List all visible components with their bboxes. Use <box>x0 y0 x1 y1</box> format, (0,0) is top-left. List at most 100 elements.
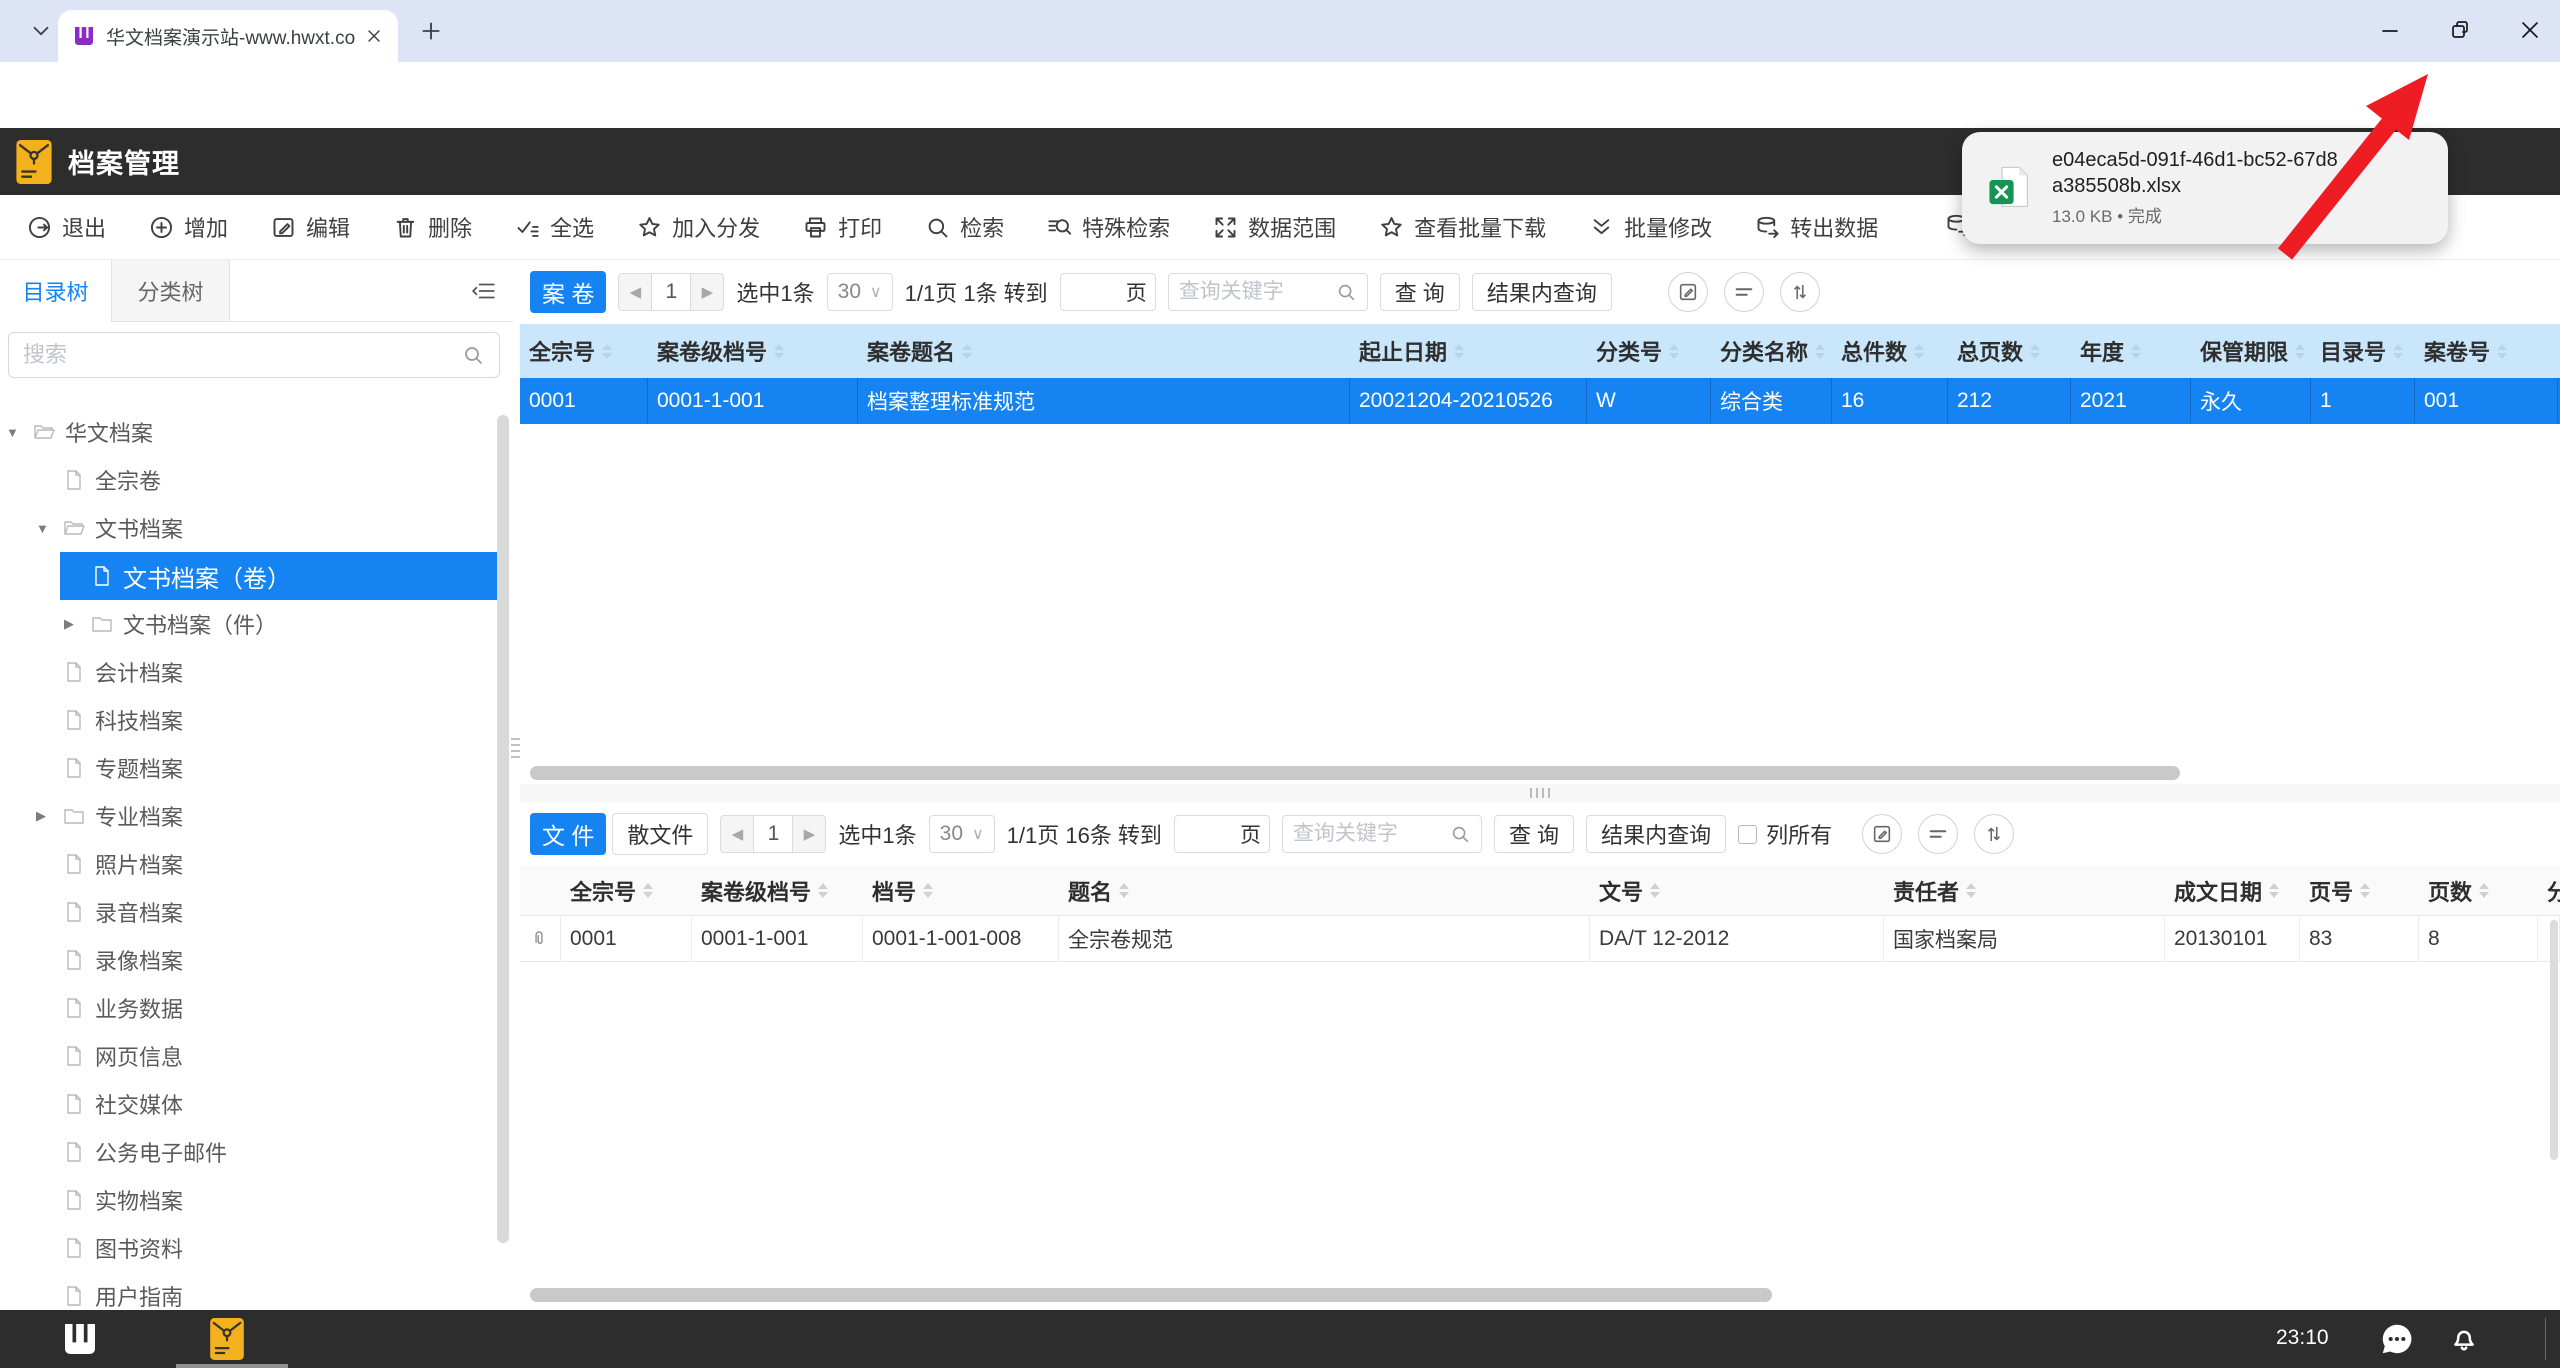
tree-item[interactable]: 科技档案 <box>0 696 513 744</box>
column-header[interactable]: 全宗号 <box>561 866 692 915</box>
next-page-button[interactable]: ▶ <box>690 273 724 311</box>
query-in-results-button[interactable]: 结果内查询 <box>1586 815 1726 853</box>
window-close-button[interactable] <box>2518 18 2542 42</box>
prev-page-button[interactable]: ◀ <box>720 815 754 853</box>
window-restore-button[interactable] <box>2448 18 2472 42</box>
sort-carets-icon[interactable] <box>1914 344 1924 359</box>
toolbar-item-star[interactable]: 加入分发 <box>636 211 760 243</box>
column-header[interactable]: 总件数 <box>1832 324 1948 378</box>
tree-caret-icon[interactable]: ▼ <box>36 521 62 536</box>
panel-splitter-vertical[interactable] <box>513 260 520 1310</box>
taskbar-archive-app-icon[interactable] <box>210 1318 244 1360</box>
column-header[interactable]: 文号 <box>1590 866 1884 915</box>
tree-item[interactable]: ▶专业档案 <box>0 792 513 840</box>
column-header[interactable]: 分类名称 <box>1711 324 1832 378</box>
column-header[interactable]: 档号 <box>863 866 1059 915</box>
sort-carets-icon[interactable] <box>818 883 828 898</box>
tab-directory-tree[interactable]: 目录树 <box>0 260 112 322</box>
volume-tab-button[interactable]: 案 卷 <box>530 271 606 313</box>
toolbar-item-star[interactable]: 查看批量下载 <box>1378 211 1546 243</box>
query-button[interactable]: 查 询 <box>1380 273 1460 311</box>
tab-close-icon[interactable] <box>364 26 384 46</box>
sort-carets-icon[interactable] <box>2295 344 2305 359</box>
tree-item[interactable]: 专题档案 <box>0 744 513 792</box>
tree-item[interactable]: 录像档案 <box>0 936 513 984</box>
sort-carets-icon[interactable] <box>2030 344 2040 359</box>
tab-category-tree[interactable]: 分类树 <box>112 260 230 322</box>
column-header[interactable]: 案卷级档号 <box>648 324 858 378</box>
sort-carets-icon[interactable] <box>1966 883 1976 898</box>
column-settings-icon[interactable] <box>1918 814 1958 854</box>
volume-hscrollbar[interactable] <box>530 766 2180 780</box>
toolbar-item-data-range[interactable]: 数据范围 <box>1212 211 1336 243</box>
sort-carets-icon[interactable] <box>2497 344 2507 359</box>
toolbar-item-logout[interactable]: 退出 <box>26 211 106 243</box>
chat-icon[interactable] <box>2378 1320 2416 1358</box>
column-header[interactable]: 成文日期 <box>2165 866 2300 915</box>
browser-tab[interactable]: 华文档案演示站-www.hwxt.co <box>58 10 398 62</box>
toolbar-item-printer[interactable]: 打印 <box>802 211 882 243</box>
sort-icon[interactable] <box>1974 814 2014 854</box>
edit-list-icon[interactable] <box>1862 814 1902 854</box>
column-settings-icon[interactable] <box>1724 272 1764 312</box>
toolbar-item-plus-circle[interactable]: 增加 <box>148 211 228 243</box>
column-header[interactable]: 责任者 <box>1884 866 2165 915</box>
column-header[interactable]: 案卷级档号 <box>692 866 863 915</box>
panel-splitter-horizontal[interactable] <box>520 784 2560 802</box>
tree-item[interactable]: 会计档案 <box>0 648 513 696</box>
collapse-sidebar-icon[interactable] <box>471 278 497 304</box>
keyword-input[interactable] <box>1283 822 1449 846</box>
tree-item[interactable]: ▼华文档案 <box>0 408 513 456</box>
tree-item[interactable]: 网页信息 <box>0 1032 513 1080</box>
sort-carets-icon[interactable] <box>1650 883 1660 898</box>
page-size-select[interactable]: 30∨ <box>929 815 995 853</box>
toolbar-item-edit[interactable]: 编辑 <box>270 211 350 243</box>
taskbar-start-logo[interactable] <box>60 1319 100 1359</box>
next-page-button[interactable]: ▶ <box>792 815 826 853</box>
tree-caret-icon[interactable]: ▶ <box>64 616 90 632</box>
prev-page-button[interactable]: ◀ <box>618 273 652 311</box>
sort-carets-icon[interactable] <box>774 344 784 359</box>
window-minimize-button[interactable] <box>2378 18 2402 42</box>
search-icon[interactable] <box>1335 281 1357 303</box>
column-header[interactable]: 年度 <box>2071 324 2191 378</box>
column-header[interactable]: 案卷题名 <box>858 324 1350 378</box>
toolbar-item-select-all[interactable]: 全选 <box>514 211 594 243</box>
splitter-grip[interactable] <box>511 730 520 766</box>
sort-carets-icon[interactable] <box>2360 883 2370 898</box>
sort-carets-icon[interactable] <box>962 344 972 359</box>
tree-caret-icon[interactable]: ▶ <box>36 808 62 824</box>
column-header[interactable]: 分 <box>2538 866 2560 915</box>
file-hscrollbar[interactable] <box>530 1288 1772 1302</box>
tree-item[interactable]: 用户指南 <box>0 1272 513 1310</box>
toolbar-item-trash[interactable]: 删除 <box>392 211 472 243</box>
sort-carets-icon[interactable] <box>2131 344 2141 359</box>
column-header[interactable]: 总页数 <box>1948 324 2071 378</box>
query-button[interactable]: 查 询 <box>1494 815 1574 853</box>
sort-carets-icon[interactable] <box>2479 883 2489 898</box>
query-in-results-button[interactable]: 结果内查询 <box>1472 273 1612 311</box>
tree-item[interactable]: 文书档案（卷） <box>0 552 513 600</box>
file-table-row[interactable]: 00010001-1-0010001-1-001-008全宗卷规范DA/T 12… <box>520 916 2560 962</box>
notifications-bell-icon[interactable] <box>2448 1322 2480 1354</box>
sort-carets-icon[interactable] <box>1815 344 1825 359</box>
sort-icon[interactable] <box>1780 272 1820 312</box>
sort-carets-icon[interactable] <box>2393 344 2403 359</box>
tree-item[interactable]: 公务电子邮件 <box>0 1128 513 1176</box>
column-header[interactable]: 页数 <box>2419 866 2538 915</box>
column-header[interactable]: 分类号 <box>1587 324 1711 378</box>
toolbar-item-adv-search[interactable]: 特殊检索 <box>1046 211 1170 243</box>
download-notification[interactable]: e04eca5d-091f-46d1-bc52-67d8a385508b.xls… <box>1962 132 2448 244</box>
tree-caret-icon[interactable]: ▼ <box>6 425 32 440</box>
column-header[interactable]: 题名 <box>1059 866 1590 915</box>
loose-files-tab-button[interactable]: 散文件 <box>612 813 708 855</box>
sidebar-scrollbar[interactable] <box>497 415 509 1243</box>
sort-carets-icon[interactable] <box>2269 883 2279 898</box>
column-header[interactable]: 全宗号 <box>520 324 648 378</box>
page-size-select[interactable]: 30∨ <box>827 273 893 311</box>
column-header[interactable]: 案卷号 <box>2415 324 2558 378</box>
tree-item[interactable]: ▼文书档案 <box>0 504 513 552</box>
list-all-checkbox[interactable] <box>1738 825 1757 844</box>
tree-item[interactable]: 实物档案 <box>0 1176 513 1224</box>
file-tab-button[interactable]: 文 件 <box>530 813 606 855</box>
